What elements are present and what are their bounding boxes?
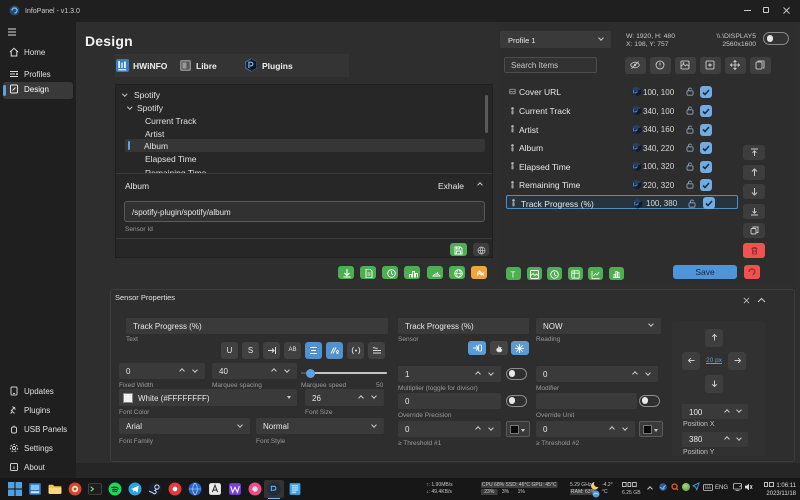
- svg-text:T: T: [511, 270, 516, 279]
